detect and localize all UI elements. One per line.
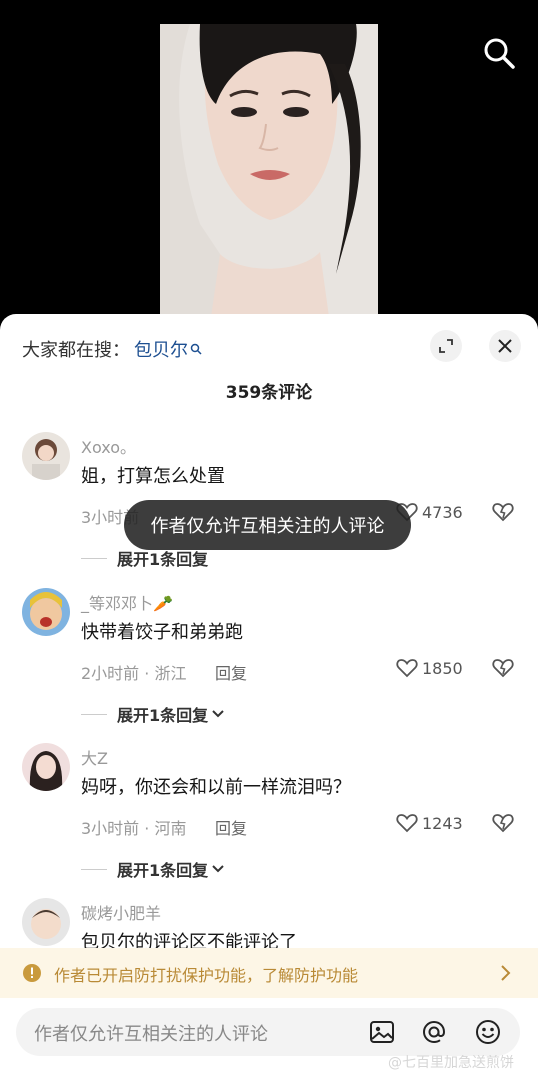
like-count: 4736	[422, 502, 463, 522]
close-icon	[498, 339, 512, 353]
comment-meta: 3小时前 · 河南	[81, 819, 187, 838]
expand-icon	[439, 339, 453, 353]
comment-item: _等邓邓卜🥕 快带着饺子和弟弟跑 2小时前 · 浙江 回复 1850 展开1条回…	[0, 588, 538, 728]
protection-notice[interactable]: 作者已开启防打扰保护功能，了解防护功能	[0, 948, 538, 998]
divider-line	[81, 713, 107, 715]
mention-button[interactable]	[420, 1018, 448, 1046]
like-count: 1243	[422, 813, 463, 833]
comment-item: 大Z 妈呀，你还会和以前一样流泪吗？ 3小时前 · 河南 回复 1243 展开1…	[0, 743, 538, 883]
like-button[interactable]: 1850	[396, 658, 463, 678]
search-button[interactable]	[480, 34, 518, 72]
input-placeholder: 作者仅允许互相关注的人评论	[34, 1024, 268, 1045]
like-count: 1850	[422, 658, 463, 678]
emoji-button[interactable]	[474, 1018, 502, 1046]
dislike-button[interactable]	[492, 813, 514, 837]
broken-heart-icon	[492, 814, 514, 833]
comment-username[interactable]: Xoxo。	[81, 434, 136, 458]
emoji-icon	[476, 1020, 500, 1044]
small-search-icon	[190, 343, 202, 355]
expand-replies-label: 展开1条回复	[117, 861, 209, 880]
divider-line	[81, 868, 107, 870]
comment-username[interactable]: 大Z	[81, 745, 108, 769]
like-button[interactable]: 1243	[396, 813, 463, 833]
hot-search-prefix: 大家都在搜：	[22, 340, 130, 361]
hot-search-term[interactable]: 包贝尔	[134, 336, 188, 362]
portrait-image	[160, 24, 378, 324]
comment-count: 359条评论	[225, 383, 313, 403]
comment-text: 快带着饺子和弟弟跑	[81, 622, 243, 643]
avatar[interactable]	[22, 743, 70, 791]
notice-text: 作者已开启防打扰保护功能，了解防护功能	[54, 966, 359, 985]
toast-message: 作者仅允许互相关注的人评论	[124, 500, 411, 550]
dislike-button[interactable]	[492, 658, 514, 682]
comment-input[interactable]: 作者仅允许互相关注的人评论	[16, 1008, 520, 1056]
comment-sheet: 大家都在搜： 包贝尔 359条评论 Xoxo。 姐，打算怎么处置 3小时前 47…	[0, 314, 538, 1076]
expand-sheet-button[interactable]	[430, 330, 462, 362]
expand-replies-button[interactable]: 展开1条回复	[81, 857, 224, 881]
avatar[interactable]	[22, 432, 70, 480]
reply-button[interactable]: 回复	[215, 815, 247, 839]
reply-button[interactable]: 回复	[215, 660, 247, 684]
image-button[interactable]	[368, 1018, 396, 1046]
dislike-button[interactable]	[492, 502, 514, 526]
close-sheet-button[interactable]	[489, 330, 521, 362]
comment-item: 碳烤小肥羊 包贝尔的评论区不能评论了	[0, 898, 538, 953]
avatar-image	[22, 743, 70, 791]
comment-username[interactable]: 碳烤小肥羊	[81, 900, 161, 924]
hot-search-bar: 大家都在搜： 包贝尔	[22, 336, 202, 362]
avatar[interactable]	[22, 588, 70, 636]
video-thumbnail[interactable]	[160, 24, 378, 324]
expand-replies-label: 展开1条回复	[117, 706, 209, 725]
chevron-right-icon	[501, 965, 511, 981]
comment-username[interactable]: _等邓邓卜🥕	[81, 590, 173, 614]
chevron-down-icon	[212, 710, 224, 718]
image-icon	[370, 1021, 394, 1043]
avatar-image	[22, 898, 70, 946]
heart-icon	[396, 659, 418, 678]
comment-text: 姐，打算怎么处置	[81, 466, 225, 487]
heart-icon	[396, 814, 418, 833]
avatar[interactable]	[22, 898, 70, 946]
search-icon	[484, 38, 515, 69]
avatar-image	[22, 432, 70, 480]
expand-replies-button[interactable]: 展开1条回复	[81, 702, 224, 726]
warning-icon	[23, 964, 41, 982]
comment-meta: 2小时前 · 浙江	[81, 664, 187, 683]
chevron-down-icon	[212, 865, 224, 873]
at-mention-icon	[422, 1020, 446, 1044]
watermark: @七百里加急送煎饼	[388, 1055, 514, 1071]
comment-text: 妈呀，你还会和以前一样流泪吗？	[81, 777, 351, 798]
video-area[interactable]	[0, 0, 538, 330]
broken-heart-icon	[492, 659, 514, 678]
broken-heart-icon	[492, 503, 514, 522]
avatar-image	[22, 588, 70, 636]
divider-line	[81, 557, 107, 559]
